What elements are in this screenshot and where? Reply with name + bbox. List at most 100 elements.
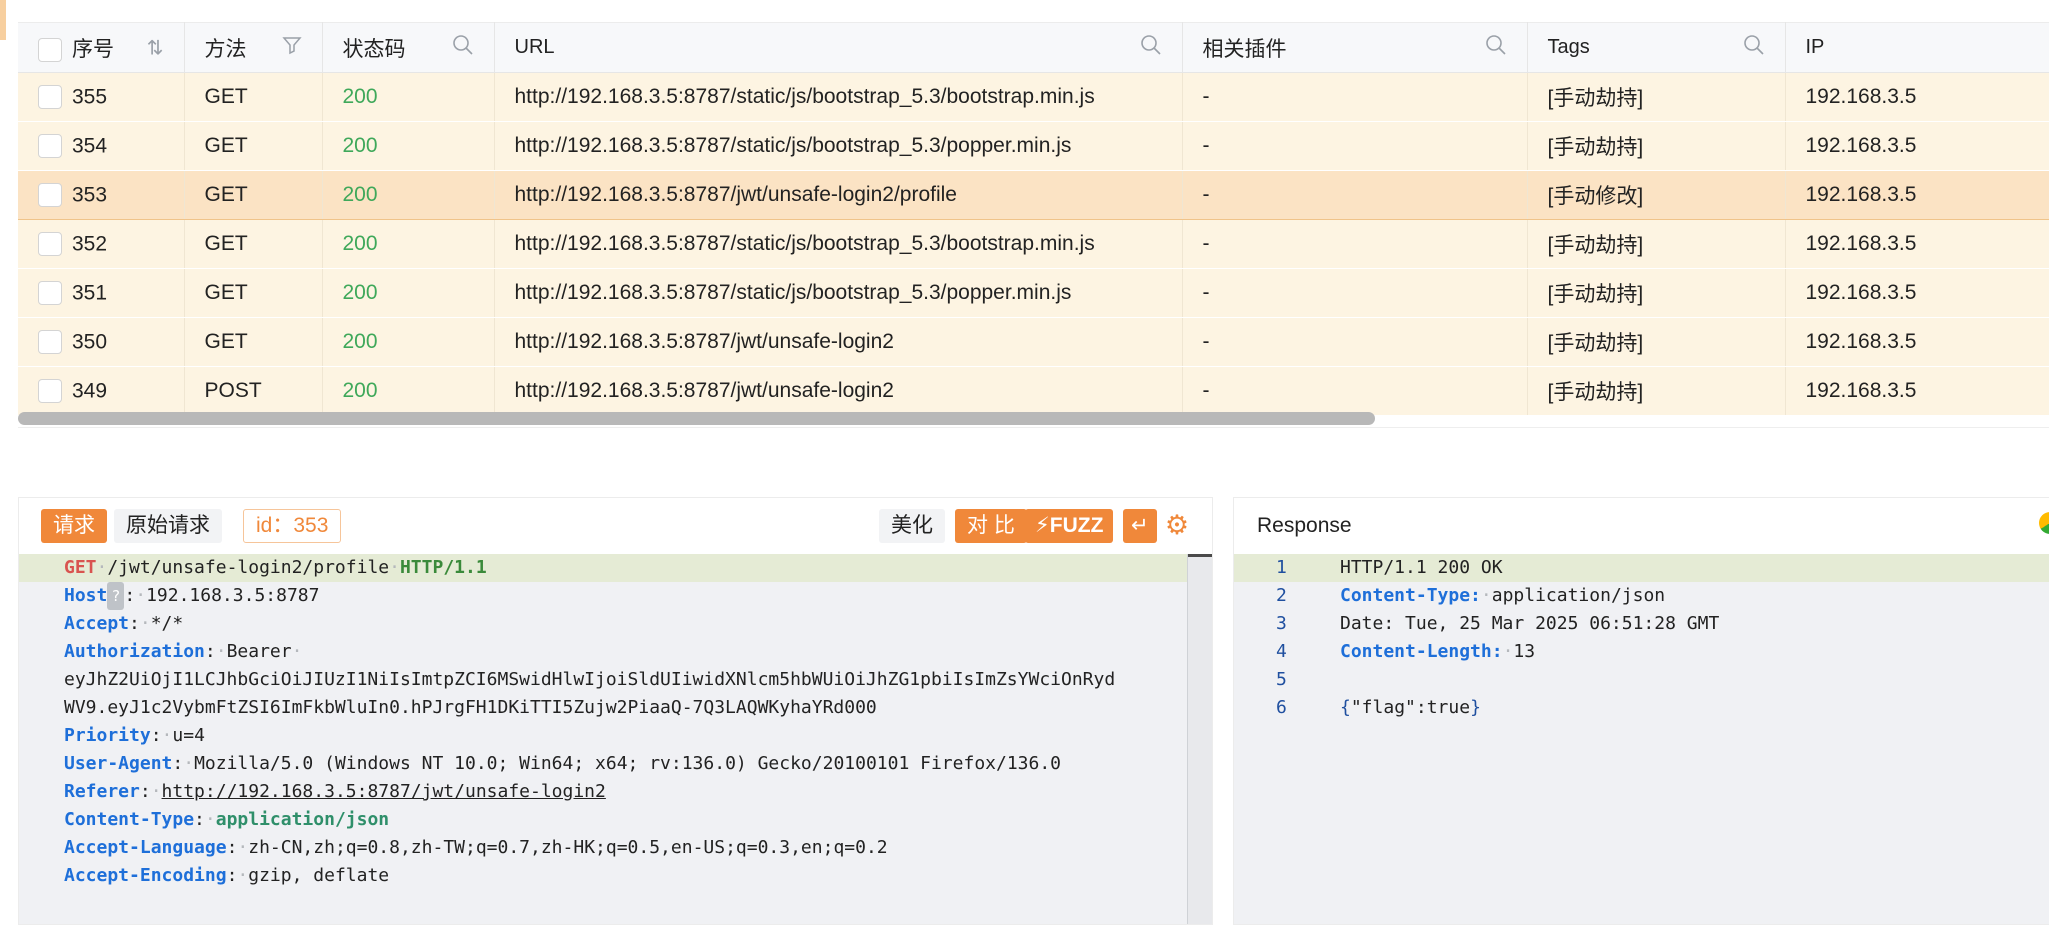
- row-ip: 192.168.3.5: [1785, 170, 2049, 220]
- row-ip: 192.168.3.5: [1785, 121, 2049, 171]
- history-table: 序号 ⇅ 方法 状态码 URL 相关插件 Tags IP 355 GET 200…: [18, 22, 2049, 428]
- row-method: GET: [184, 219, 323, 269]
- row-url: http://192.168.3.5:8787/jwt/unsafe-login…: [494, 366, 1183, 416]
- request-line: GET·/jwt/unsafe-login2/profile·HTTP/1.1: [19, 554, 1212, 582]
- col-url-header[interactable]: URL: [494, 22, 1183, 73]
- row-ip: 192.168.3.5: [1785, 317, 2049, 367]
- request-editor[interactable]: GET·/jwt/unsafe-login2/profile·HTTP/1.1 …: [19, 554, 1212, 924]
- sort-icon[interactable]: ⇅: [147, 35, 164, 60]
- row-method: GET: [184, 268, 323, 318]
- wrap-icon: ↵: [1131, 514, 1149, 537]
- header-authorization: Authorization:·Bearer·: [64, 641, 303, 662]
- row-checkbox[interactable]: [38, 183, 62, 208]
- col-index-header[interactable]: 序号 ⇅: [18, 22, 185, 73]
- col-plugin-header[interactable]: 相关插件: [1182, 22, 1528, 73]
- table-row[interactable]: 355 GET 200 http://192.168.3.5:8787/stat…: [18, 72, 2049, 122]
- compare-button[interactable]: 对 比: [955, 509, 1027, 543]
- row-plugin: -: [1182, 72, 1528, 122]
- table-row[interactable]: 352 GET 200 http://192.168.3.5:8787/stat…: [18, 219, 2049, 269]
- search-icon[interactable]: [1743, 34, 1765, 62]
- response-editor[interactable]: 1 HTTP/1.1 200 OK 2 Content-Type:·applicat…: [1234, 554, 2049, 924]
- tab-raw-request[interactable]: 原始请求: [114, 509, 222, 543]
- row-url: http://192.168.3.5:8787/static/js/bootst…: [494, 72, 1183, 122]
- editor-scrollbar[interactable]: [1187, 554, 1212, 924]
- row-ip: 192.168.3.5: [1785, 72, 2049, 122]
- row-status: 200: [322, 72, 495, 122]
- help-icon[interactable]: ?: [107, 582, 125, 610]
- gear-icon[interactable]: ⚙: [1162, 510, 1192, 540]
- header-accept: Accept:·*/*: [64, 613, 184, 634]
- response-title: Response: [1257, 514, 1352, 537]
- row-tags: [手动劫持]: [1527, 268, 1786, 318]
- row-checkbox[interactable]: [38, 330, 62, 355]
- header-accept-encoding: Accept-Encoding:·gzip, deflate: [64, 865, 390, 886]
- request-panel: 请求 原始请求 id：353 美化 对 比 ⚡FUZZ ↵ ⚙ GET·/jwt…: [18, 497, 1213, 925]
- row-method: GET: [184, 170, 323, 220]
- row-checkbox[interactable]: [38, 134, 62, 159]
- table-row[interactable]: 350 GET 200 http://192.168.3.5:8787/jwt/…: [18, 317, 2049, 367]
- row-checkbox[interactable]: [38, 379, 62, 404]
- table-row[interactable]: 351 GET 200 http://192.168.3.5:8787/stat…: [18, 268, 2049, 318]
- row-method: GET: [184, 317, 323, 367]
- response-line: 3 Date: Tue, 25 Mar 2025 06:51:28 GMT: [1276, 613, 1720, 634]
- col-status-header[interactable]: 状态码: [322, 22, 495, 73]
- table-row-selected[interactable]: 353 GET 200 http://192.168.3.5:8787/jwt/…: [18, 170, 2049, 220]
- header-content-type: Content-Type:·application/json: [64, 809, 390, 830]
- row-status: 200: [322, 170, 495, 220]
- select-all-checkbox[interactable]: [38, 37, 62, 62]
- referer-link[interactable]: http://192.168.3.5:8787/jwt/unsafe-login…: [162, 781, 606, 802]
- lightning-icon: ⚡: [1035, 514, 1050, 537]
- row-status: 200: [322, 121, 495, 171]
- header-host: Host?:·192.168.3.5:8787: [19, 582, 1212, 610]
- filter-icon[interactable]: [281, 35, 302, 61]
- search-icon[interactable]: [1485, 34, 1507, 62]
- row-url: http://192.168.3.5:8787/jwt/unsafe-login…: [494, 170, 1183, 220]
- row-checkbox[interactable]: [38, 232, 62, 257]
- table-header-row: 序号 ⇅ 方法 状态码 URL 相关插件 Tags IP: [18, 22, 2049, 73]
- tab-request[interactable]: 请求: [41, 509, 107, 543]
- row-plugin: -: [1182, 366, 1528, 416]
- search-icon[interactable]: [452, 34, 474, 62]
- row-status: 200: [322, 366, 495, 416]
- row-url: http://192.168.3.5:8787/static/js/bootst…: [494, 268, 1183, 318]
- row-tags: [手动劫持]: [1527, 366, 1786, 416]
- row-url: http://192.168.3.5:8787/jwt/unsafe-login…: [494, 317, 1183, 367]
- header-accept-language: Accept-Language:·zh-CN,zh;q=0.8,zh-TW;q=…: [64, 837, 888, 858]
- response-line: 4 Content-Length:·13: [1276, 641, 1536, 662]
- row-tags: [手动劫持]: [1527, 317, 1786, 367]
- response-line: 2 Content-Type:·application/json: [1276, 585, 1666, 606]
- request-id-badge: id：353: [243, 509, 342, 543]
- col-tags-header[interactable]: Tags: [1527, 22, 1786, 73]
- browser-icon[interactable]: [2039, 512, 2049, 534]
- col-method-header[interactable]: 方法: [184, 22, 323, 73]
- response-line: 5: [1276, 669, 1287, 690]
- row-url: http://192.168.3.5:8787/static/js/bootst…: [494, 219, 1183, 269]
- row-plugin: -: [1182, 121, 1528, 171]
- table-horizontal-scrollbar[interactable]: [18, 412, 1375, 425]
- header-token-part2: WV9.eyJ1c2VybmFtZSI6ImFkbWluIn0.hPJrgFH1…: [64, 697, 877, 718]
- col-ip-header[interactable]: IP: [1785, 22, 2049, 73]
- response-line: 6 {"flag":true}: [1276, 697, 1481, 718]
- search-icon[interactable]: [1140, 34, 1162, 62]
- request-toolbar: 请求 原始请求 id：353 美化 对 比 ⚡FUZZ ↵ ⚙: [19, 498, 1212, 554]
- row-checkbox[interactable]: [38, 281, 62, 306]
- beautify-button[interactable]: 美化: [879, 509, 945, 543]
- row-method: GET: [184, 121, 323, 171]
- row-plugin: -: [1182, 317, 1528, 367]
- table-row[interactable]: 354 GET 200 http://192.168.3.5:8787/stat…: [18, 121, 2049, 171]
- word-wrap-button[interactable]: ↵: [1123, 509, 1157, 543]
- table-row[interactable]: 349 POST 200 http://192.168.3.5:8787/jwt…: [18, 366, 2049, 416]
- header-priority: Priority:·u=4: [64, 725, 205, 746]
- header-user-agent: User-Agent:·Mozilla/5.0 (Windows NT 10.0…: [64, 753, 1062, 774]
- row-plugin: -: [1182, 219, 1528, 269]
- row-ip: 192.168.3.5: [1785, 268, 2049, 318]
- history-grid: 序号 ⇅ 方法 状态码 URL 相关插件 Tags IP 355 GET 200…: [18, 22, 2049, 416]
- fuzz-button[interactable]: ⚡FUZZ: [1025, 509, 1114, 543]
- row-method: GET: [184, 72, 323, 122]
- row-plugin: -: [1182, 170, 1528, 220]
- row-checkbox[interactable]: [38, 85, 62, 110]
- window-corner-accent: [0, 0, 6, 40]
- row-ip: 192.168.3.5: [1785, 219, 2049, 269]
- response-line: 1 HTTP/1.1 200 OK: [1234, 554, 2049, 582]
- row-url: http://192.168.3.5:8787/static/js/bootst…: [494, 121, 1183, 171]
